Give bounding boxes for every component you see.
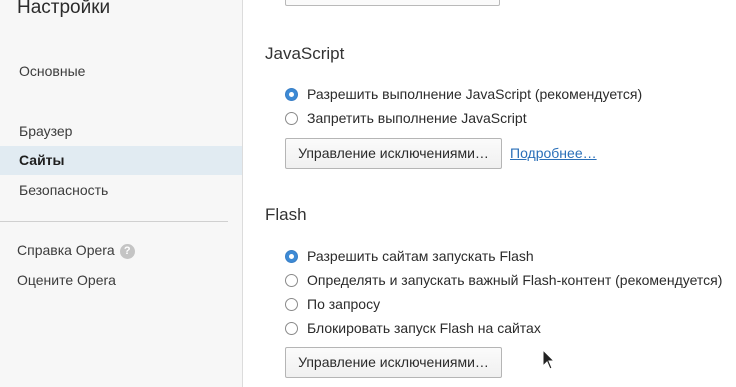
javascript-section-title: JavaScript: [265, 44, 345, 63]
help-link-label: Справка Opera: [17, 242, 115, 258]
sidebar-item-security[interactable]: Безопасность: [0, 176, 242, 205]
js-allow-option[interactable]: Разрешить выполнение JavaScript (рекомен…: [285, 84, 642, 104]
mouse-cursor-icon: [542, 349, 556, 370]
settings-page: Настройки Основные Браузер Сайты Безопас…: [0, 0, 736, 387]
flash-ask-label: По запросу: [307, 296, 381, 312]
flash-block-label: Блокировать запуск Flash на сайтах: [307, 320, 541, 336]
flash-allow-radio[interactable]: [285, 249, 298, 263]
js-block-radio[interactable]: [285, 111, 298, 125]
rate-opera-link[interactable]: Оцените Opera: [17, 270, 116, 290]
flash-detect-radio[interactable]: [285, 273, 298, 287]
js-block-option[interactable]: Запретить выполнение JavaScript: [285, 108, 527, 128]
flash-allow-label: Разрешить сайтам запускать Flash: [307, 248, 534, 264]
sidebar: Настройки Основные Браузер Сайты Безопас…: [0, 0, 243, 387]
flash-section-title: Flash: [265, 205, 307, 224]
flash-block-option[interactable]: Блокировать запуск Flash на сайтах: [285, 318, 541, 338]
help-icon: ?: [119, 244, 135, 259]
flash-allow-option[interactable]: Разрешить сайтам запускать Flash: [285, 246, 534, 266]
flash-detect-label: Определять и запускать важный Flash-конт…: [307, 272, 723, 288]
flash-ask-option[interactable]: По запросу: [285, 294, 380, 314]
flash-ask-radio[interactable]: [285, 297, 298, 311]
js-allow-label: Разрешить выполнение JavaScript (рекомен…: [307, 86, 643, 102]
sidebar-divider: [0, 221, 228, 222]
js-block-label: Запретить выполнение JavaScript: [307, 110, 527, 126]
js-manage-exceptions-button[interactable]: Управление исключениями…: [285, 138, 502, 169]
sidebar-item-browser[interactable]: Браузер: [0, 117, 242, 146]
rate-opera-label: Оцените Opera: [17, 272, 116, 288]
help-link[interactable]: Справка Opera?: [17, 240, 135, 260]
previous-section-button[interactable]: [285, 0, 500, 6]
flash-manage-exceptions-button[interactable]: Управление исключениями…: [285, 347, 502, 378]
sidebar-item-sites[interactable]: Сайты: [0, 146, 242, 175]
flash-detect-option[interactable]: Определять и запускать важный Flash-конт…: [285, 270, 722, 290]
js-learn-more-link[interactable]: Подробнее…: [510, 145, 597, 161]
flash-block-radio[interactable]: [285, 321, 298, 335]
sidebar-item-basic[interactable]: Основные: [0, 57, 242, 86]
main-content: JavaScript Разрешить выполнение JavaScri…: [243, 0, 736, 387]
sidebar-title: Настройки: [17, 0, 111, 18]
js-allow-radio[interactable]: [285, 87, 298, 101]
